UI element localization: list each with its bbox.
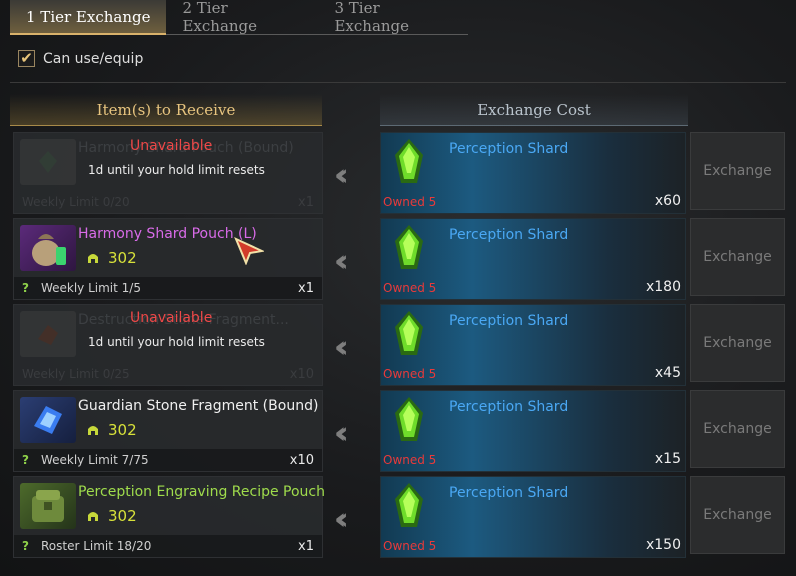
limit-footer: ? Weekly Limit 7/75 x10 <box>14 449 322 471</box>
exchange-button[interactable]: Exchange <box>690 476 785 554</box>
receive-qty: x1 <box>298 538 314 554</box>
receive-item-card[interactable]: Guardian Stone Fragment (Bound) 302 ? We… <box>13 390 323 472</box>
cost-qty: x180 <box>645 279 681 295</box>
cost-qty: x15 <box>654 451 681 467</box>
limit-text: Roster Limit 18/20 <box>40 539 152 553</box>
receive-qty: x1 <box>298 280 314 296</box>
item-level-value: 302 <box>108 507 137 525</box>
tab-1-tier-exchange[interactable]: 1 Tier Exchange <box>10 0 167 35</box>
cursor-icon <box>234 237 264 265</box>
guardian-stone-icon <box>20 397 76 443</box>
exchange-button[interactable]: Exchange <box>690 304 785 382</box>
exchange-row: Guardian Stone Fragment (Bound) 302 ? We… <box>0 390 796 472</box>
item-level-value: 302 <box>108 421 137 439</box>
check-icon[interactable]: ✔ <box>18 50 35 67</box>
receive-item-card[interactable]: Perception Engraving Recipe Pouch 302 ? … <box>13 476 325 558</box>
item-name: Perception Engraving Recipe Pouch <box>78 484 325 500</box>
item-level: 302 <box>86 249 137 267</box>
cost-item-name: Perception Shard <box>449 485 569 501</box>
question-icon[interactable]: ? <box>22 539 29 553</box>
question-icon[interactable]: ? <box>22 453 29 467</box>
limit-text: Weekly Limit 1/5 <box>40 281 141 295</box>
owned-count: Owned 5 <box>383 453 437 467</box>
cost-qty: x60 <box>654 193 681 209</box>
owned-count: Owned 5 <box>383 539 437 553</box>
tab-3-tier-exchange[interactable]: 3 Tier Exchange <box>318 0 469 35</box>
pouch-icon <box>20 225 76 271</box>
perception-shard-icon <box>395 397 423 441</box>
double-chevron-left-icon: ‹‹ <box>334 330 348 365</box>
limit-text: Weekly Limit 7/75 <box>40 453 149 467</box>
receive-header: Item(s) to Receive <box>10 94 322 126</box>
limit-text: Weekly Limit 0/25 <box>22 367 130 381</box>
receive-qty: x1 <box>298 194 314 210</box>
receive-item-card[interactable]: Harmony Shard Pouch (L) 302 ? Weekly Lim… <box>13 218 323 300</box>
item-name: Harmony Shard Pouch (L) <box>78 226 257 242</box>
limit-footer: Weekly Limit 0/25 x10 <box>14 363 322 385</box>
unavailable-reason: 1d until your hold limit resets <box>88 335 265 349</box>
owned-count: Owned 5 <box>383 367 437 381</box>
cost-card: Perception Shard Owned 5 x45 <box>380 304 686 386</box>
helmet-icon <box>88 426 98 435</box>
exchange-row: Perception Engraving Recipe Pouch 302 ? … <box>0 476 796 558</box>
perception-shard-icon <box>395 483 423 527</box>
question-icon[interactable]: ? <box>22 281 29 295</box>
pouch-icon <box>20 139 76 185</box>
limit-footer: ? Roster Limit 18/20 x1 <box>14 535 322 557</box>
cost-card: Perception Shard Owned 5 x15 <box>380 390 686 472</box>
receive-item-card: Destruction Stone Fragment... Unavailabl… <box>13 304 323 386</box>
receive-item-card: Harmony Shard Pouch (Bound) Unavailable … <box>13 132 323 214</box>
unavailable-label: Unavailable <box>130 138 213 154</box>
recipe-pouch-icon <box>20 483 76 529</box>
double-chevron-left-icon: ‹‹ <box>334 158 348 193</box>
exchange-row: Harmony Shard Pouch (Bound) Unavailable … <box>0 132 796 214</box>
limit-footer: Weekly Limit 0/20 x1 <box>14 191 322 213</box>
double-chevron-left-icon: ‹‹ <box>334 416 348 451</box>
tier-tabs: 1 Tier Exchange 2 Tier Exchange 3 Tier E… <box>10 0 469 35</box>
divider <box>10 82 786 83</box>
exchange-button[interactable]: Exchange <box>690 390 785 468</box>
helmet-icon <box>88 512 98 521</box>
item-level: 302 <box>86 421 137 439</box>
cost-item-name: Perception Shard <box>449 399 569 415</box>
double-chevron-left-icon: ‹‹ <box>334 244 348 279</box>
exchange-button[interactable]: Exchange <box>690 218 785 296</box>
cost-item-name: Perception Shard <box>449 313 569 329</box>
cost-card: Perception Shard Owned 5 x60 <box>380 132 686 214</box>
stone-fragment-icon <box>20 311 76 357</box>
cost-item-name: Perception Shard <box>449 227 569 243</box>
limit-footer: ? Weekly Limit 1/5 x1 <box>14 277 322 299</box>
item-name: Guardian Stone Fragment (Bound) <box>78 398 319 414</box>
cost-card: Perception Shard Owned 5 x150 <box>380 476 686 558</box>
cost-card: Perception Shard Owned 5 x180 <box>380 218 686 300</box>
cost-qty: x45 <box>654 365 681 381</box>
unavailable-reason: 1d until your hold limit resets <box>88 163 265 177</box>
exchange-button[interactable]: Exchange <box>690 132 785 210</box>
owned-count: Owned 5 <box>383 281 437 295</box>
exchange-row: Harmony Shard Pouch (L) 302 ? Weekly Lim… <box>0 218 796 300</box>
perception-shard-icon <box>395 225 423 269</box>
cost-item-name: Perception Shard <box>449 141 569 157</box>
item-level-value: 302 <box>108 249 137 267</box>
can-use-label: Can use/equip <box>43 50 144 67</box>
exchange-row: Destruction Stone Fragment... Unavailabl… <box>0 304 796 386</box>
double-chevron-left-icon: ‹‹ <box>334 502 348 537</box>
receive-qty: x10 <box>289 452 314 468</box>
helmet-icon <box>88 254 98 263</box>
item-level: 302 <box>86 507 137 525</box>
can-use-filter[interactable]: ✔ Can use/equip <box>18 50 143 67</box>
cost-header: Exchange Cost <box>380 94 688 126</box>
tab-2-tier-exchange[interactable]: 2 Tier Exchange <box>166 0 319 35</box>
perception-shard-icon <box>395 311 423 355</box>
receive-qty: x10 <box>289 366 314 382</box>
perception-shard-icon <box>395 139 423 183</box>
limit-text: Weekly Limit 0/20 <box>22 195 130 209</box>
cost-qty: x150 <box>645 537 681 553</box>
unavailable-label: Unavailable <box>130 310 213 326</box>
owned-count: Owned 5 <box>383 195 437 209</box>
